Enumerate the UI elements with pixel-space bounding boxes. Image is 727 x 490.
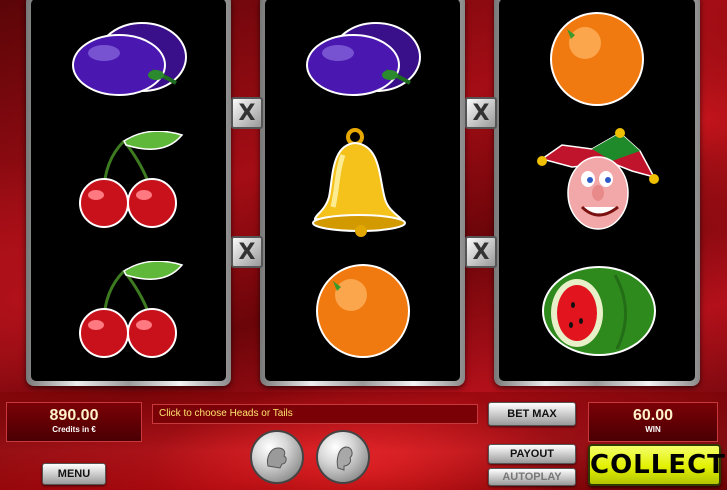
reel-2 xyxy=(260,0,465,386)
orange-icon xyxy=(315,264,410,358)
payline-marker: X xyxy=(231,236,263,268)
win-caption: WIN xyxy=(645,425,661,434)
payline-marker: X xyxy=(465,236,497,268)
reel-3 xyxy=(494,0,700,386)
reel-window xyxy=(31,0,226,381)
credits-value: 890.00 xyxy=(49,407,99,424)
plum-icon xyxy=(71,22,187,96)
close-icon: X xyxy=(238,100,256,126)
tails-coin-button[interactable] xyxy=(316,430,370,484)
collect-button[interactable]: COLLECT xyxy=(588,444,725,486)
close-icon: X xyxy=(472,100,490,126)
menu-button[interactable]: MENU xyxy=(42,463,106,485)
credits-display: 890.00 Credits in € xyxy=(6,402,142,442)
payout-button[interactable]: PAYOUT xyxy=(488,444,576,464)
reel-window xyxy=(499,0,695,381)
bell-icon xyxy=(311,128,406,237)
tails-coin-icon xyxy=(336,446,353,471)
message-bar: Click to choose Heads or Tails xyxy=(152,404,478,424)
cherries-icon xyxy=(78,261,183,358)
reel-window xyxy=(265,0,460,381)
head-coin-icon xyxy=(267,447,287,469)
credits-caption: Credits in € xyxy=(52,425,96,434)
watermelon-icon xyxy=(542,266,656,356)
close-icon: X xyxy=(238,239,256,265)
close-icon: X xyxy=(472,239,490,265)
heads-coin-button[interactable] xyxy=(250,430,304,484)
payline-marker: X xyxy=(465,97,497,129)
jester-icon xyxy=(537,128,659,230)
win-display: 60.00 WIN xyxy=(588,402,718,442)
win-value: 60.00 xyxy=(632,407,674,424)
payline-marker: X xyxy=(231,97,263,129)
cherries-icon xyxy=(78,131,183,228)
orange-icon xyxy=(550,12,644,106)
autoplay-button[interactable]: AUTOPLAY xyxy=(488,468,576,486)
bet-max-button[interactable]: BET MAX xyxy=(488,402,576,426)
reel-1 xyxy=(26,0,231,386)
plum-icon xyxy=(305,22,421,96)
